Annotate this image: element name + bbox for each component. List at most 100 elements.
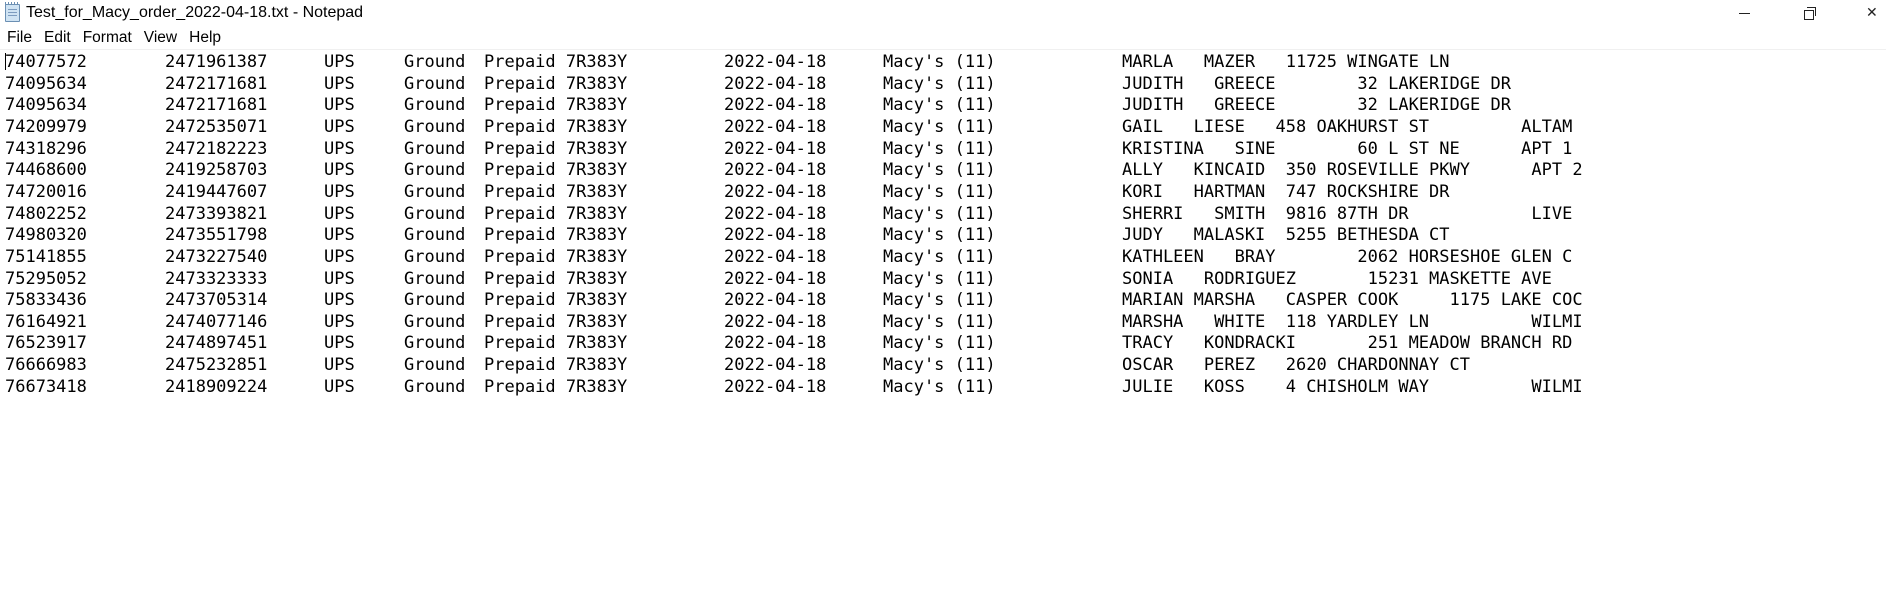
line-field: 2474897451 [165,333,268,354]
line-field: Ground [404,225,466,246]
close-button[interactable]: ✕ [1866,0,1886,26]
line-field: Prepaid 7R383Y [484,246,628,267]
line-field: 74318296 [5,138,87,159]
minimize-icon [1738,12,1750,14]
line-field: Ground [404,52,466,72]
line-field: 74095634 [5,73,87,94]
line-field: 2473705314 [165,290,268,311]
line-field: 74468600 [5,160,87,181]
line-field: 2022-04-18 [724,95,827,116]
line-field: JUDY MALASKI 5255 BETHESDA CT [1122,225,1450,246]
line-field: Prepaid 7R383Y [484,268,628,289]
line-field: Macy's (11) [883,116,996,137]
line-field: 74802252 [5,203,87,224]
menu-bar: File Edit Format View Help [0,27,1886,49]
menu-view[interactable]: View [138,27,183,49]
line-field: 75833436 [5,290,87,311]
line-field: JULIE KOSS 4 CHISHOLM WAY WILMI [1122,376,1583,397]
line-field: UPS [324,333,355,354]
line-field: Ground [404,376,466,397]
line-field: Prepaid 7R383Y [484,355,628,376]
line-field: 2472171681 [165,73,268,94]
line-field: 76666983 [5,355,87,376]
line-field: UPS [324,95,355,116]
line-field: 76523917 [5,333,87,354]
line-field: 2472171681 [165,95,268,116]
line-field: Macy's (11) [883,138,996,159]
line-field: JUDITH GREECE 32 LAKERIDGE DR [1122,73,1511,94]
window-title: Test_for_Macy_order_2022-04-18.txt - Not… [26,4,364,21]
line-field: MARLA MAZER 11725 WINGATE LN [1122,52,1450,72]
menu-edit[interactable]: Edit [38,27,77,49]
line-field: 74980320 [5,225,87,246]
line-field: Macy's (11) [883,73,996,94]
line-field: Prepaid 7R383Y [484,225,628,246]
menu-file[interactable]: File [0,27,38,49]
line-field: ALLY KINCAID 350 ROSEVILLE PKWY APT 2 [1122,160,1583,181]
line-field: 74209979 [5,116,87,137]
title-bar[interactable]: Test_for_Macy_order_2022-04-18.txt - Not… [0,0,1886,26]
line-field: UPS [324,290,355,311]
line-field: Ground [404,290,466,311]
line-field: 2022-04-18 [724,52,827,72]
line-field: 2471961387 [165,52,268,72]
line-field: 2472535071 [165,116,268,137]
line-field: SHERRI SMITH 9816 87TH DR LIVE [1122,203,1573,224]
line-field: 2022-04-18 [724,181,827,202]
line-field: Prepaid 7R383Y [484,138,628,159]
line-field: Prepaid 7R383Y [484,203,628,224]
line-field: Ground [404,160,466,181]
line-field: 2418909224 [165,376,268,397]
line-field: KORI HARTMAN 747 ROCKSHIRE DR [1122,181,1450,202]
line-field: Prepaid 7R383Y [484,376,628,397]
line-field: UPS [324,355,355,376]
line-field: Prepaid 7R383Y [484,116,628,137]
line-field: MARSHA WHITE 118 YARDLEY LN WILMI [1122,311,1583,332]
line-field: Ground [404,203,466,224]
line-field: Ground [404,95,466,116]
line-field: 2419258703 [165,160,268,181]
line-field: 2472182223 [165,138,268,159]
minimize-button[interactable] [1721,0,1767,26]
line-field: Prepaid 7R383Y [484,181,628,202]
line-field: Macy's (11) [883,290,996,311]
line-field: Macy's (11) [883,376,996,397]
line-field: 2473393821 [165,203,268,224]
line-field: KRISTINA SINE 60 L ST NE APT 1 [1122,138,1573,159]
line-field: Prepaid 7R383Y [484,73,628,94]
text-editor-area[interactable]: 74077572 2471961387 UPS Ground Prepaid 7R383… [0,49,1886,601]
line-field: 2022-04-18 [724,73,827,94]
menu-help[interactable]: Help [183,27,227,49]
line-field: 2022-04-18 [724,138,827,159]
line-field: 2475232851 [165,355,268,376]
line-field: 2022-04-18 [724,311,827,332]
maximize-button[interactable] [1787,0,1833,26]
line-field: UPS [324,52,355,72]
menu-format[interactable]: Format [77,27,138,49]
line-field: 76164921 [5,311,87,332]
line-field: 74720016 [5,181,87,202]
line-field: SONIA RODRIGUEZ 15231 MASKETTE AVE [1122,268,1552,289]
line-field: UPS [324,160,355,181]
line-field: UPS [324,73,355,94]
line-field: 2022-04-18 [724,333,827,354]
line-field: Macy's (11) [883,225,996,246]
line-field: Macy's (11) [883,52,996,72]
line-field: Ground [404,181,466,202]
line-field: 2022-04-18 [724,290,827,311]
line-field: Ground [404,311,466,332]
line-field: 76673418 [5,376,87,397]
line-field: UPS [324,376,355,397]
line-field: TRACY KONDRACKI 251 MEADOW BRANCH RD [1122,333,1573,354]
line-field: 74077572 [5,52,87,72]
line-field: UPS [324,246,355,267]
line-field: 2022-04-18 [724,268,827,289]
line-field: Prepaid 7R383Y [484,311,628,332]
line-field: Macy's (11) [883,95,996,116]
line-field: Ground [404,355,466,376]
line-field: GAIL LIESE 458 OAKHURST ST ALTAM [1122,116,1573,137]
line-field: Ground [404,116,466,137]
line-field: 2473551798 [165,225,268,246]
line-field: Ground [404,268,466,289]
line-field: Ground [404,73,466,94]
